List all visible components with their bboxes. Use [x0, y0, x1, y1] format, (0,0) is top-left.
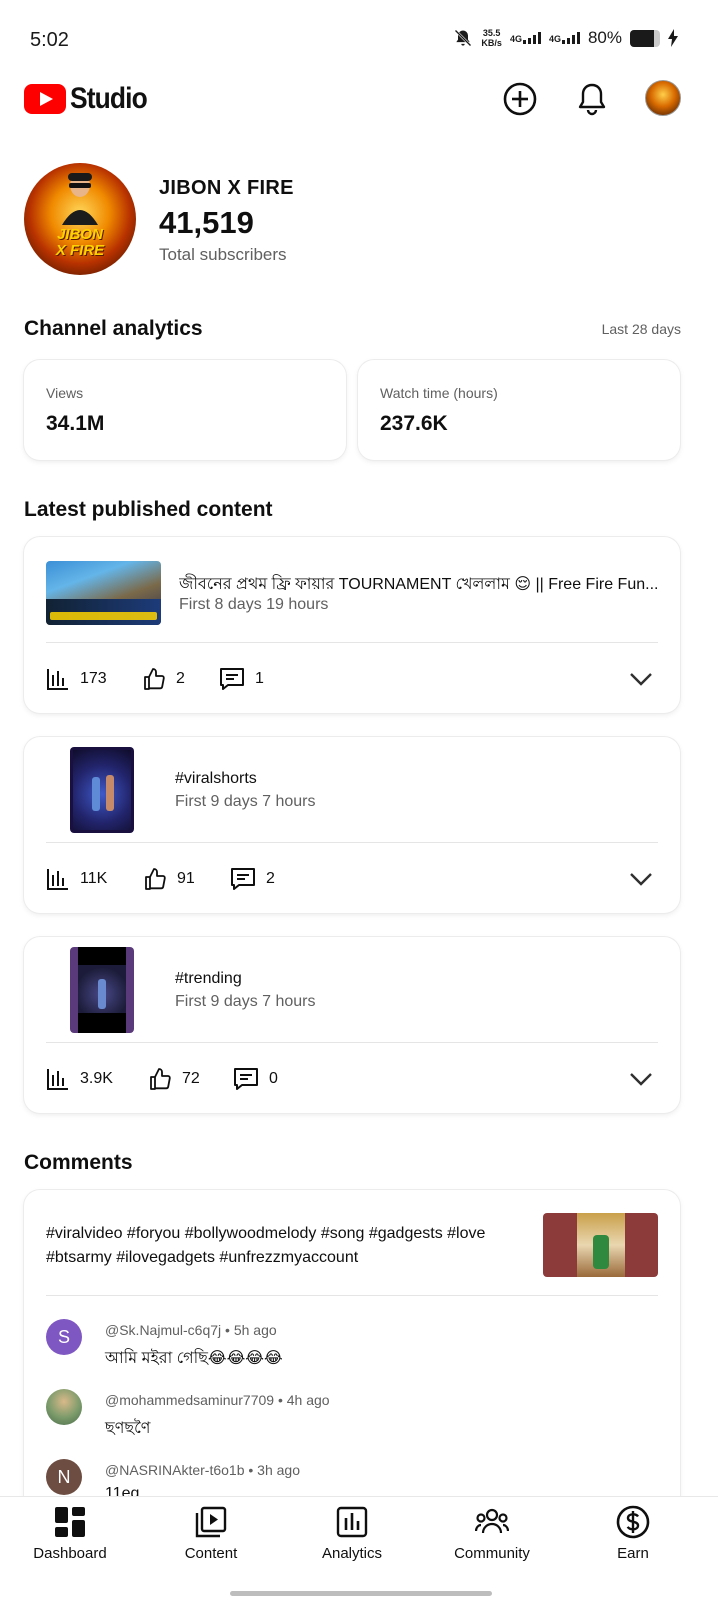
youtube-play-icon: [24, 84, 66, 114]
video-title[interactable]: #viralshorts: [175, 770, 655, 788]
account-avatar[interactable]: [645, 80, 681, 116]
latest-content-title: Latest published content: [24, 498, 273, 521]
metric-label: Views: [46, 385, 84, 401]
comments-stat: 1: [219, 667, 264, 691]
channel-avatar: JIBON X FIRE: [24, 163, 136, 275]
views-stat: 3.9K: [46, 1067, 113, 1091]
bar-chart-icon: [47, 869, 68, 890]
nav-community[interactable]: Community: [437, 1505, 547, 1562]
video-title[interactable]: #trending: [175, 970, 655, 988]
avatar-brand-text: JIBON X FIRE: [55, 226, 105, 259]
likes-stat: 91: [143, 867, 195, 891]
commenter-avatar[interactable]: S: [46, 1319, 82, 1355]
status-icons: 35.5 KB/s 4G 4G 80%: [453, 28, 678, 48]
bar-chart-icon: [47, 669, 68, 690]
content-icon: [195, 1506, 227, 1538]
thumbs-up-icon: [144, 668, 165, 690]
video-period: First 8 days 19 hours: [179, 596, 329, 613]
subscriber-count: 41,519: [159, 205, 254, 240]
divider: [46, 642, 658, 643]
status-time: 5:02: [30, 29, 69, 51]
metric-value: 237.6K: [380, 412, 448, 435]
status-bar: 5:02 35.5 KB/s 4G 4G 80%: [0, 0, 718, 80]
likes-stat: 2: [142, 667, 185, 691]
channel-name: JIBON X FIRE: [159, 177, 294, 199]
analytics-icon: [336, 1506, 368, 1538]
dashboard-icon: [55, 1507, 85, 1537]
comments-stat: 2: [230, 867, 275, 891]
views-stat: 11K: [46, 867, 107, 891]
charging-icon: [668, 29, 678, 47]
nav-analytics[interactable]: Analytics: [297, 1505, 407, 1562]
earn-icon: [616, 1505, 650, 1539]
divider: [46, 1042, 658, 1043]
analytics-period: Last 28 days: [601, 321, 681, 337]
content-item[interactable]: জীবনের প্রথম ফ্রি ফায়ার TOURNAMENT খেলল…: [24, 537, 680, 713]
signal-1-icon: 4G: [510, 32, 541, 44]
video-period: First 9 days 7 hours: [175, 993, 316, 1010]
comment-icon: [231, 868, 255, 890]
network-speed: 35.5 KB/s: [481, 28, 502, 48]
notifications-button[interactable]: [573, 80, 611, 118]
views-card[interactable]: Views 34.1M: [24, 360, 346, 460]
avatar-figure: [62, 173, 98, 225]
metric-label: Watch time (hours): [380, 385, 498, 401]
battery-icon: [630, 29, 660, 47]
video-thumbnail[interactable]: [46, 561, 161, 625]
create-button[interactable]: [501, 80, 539, 118]
comment-icon: [234, 1068, 258, 1090]
comment-meta: @mohammedsaminur7709 • 4h ago: [105, 1392, 330, 1408]
divider: [46, 1295, 658, 1296]
subscriber-label: Total subscribers: [159, 245, 287, 264]
divider: [46, 842, 658, 843]
logo-text: Studio: [70, 82, 148, 115]
bar-chart-icon: [47, 1069, 68, 1090]
watch-time-card[interactable]: Watch time (hours) 237.6K: [358, 360, 680, 460]
studio-logo[interactable]: Studio: [24, 82, 157, 116]
nav-dashboard[interactable]: Dashboard: [15, 1505, 125, 1562]
notifications-icon: [578, 83, 606, 116]
comments-title: Comments: [24, 1151, 133, 1174]
chevron-down-icon[interactable]: [628, 1066, 654, 1092]
home-indicator[interactable]: [230, 1591, 492, 1596]
nav-earn[interactable]: Earn: [578, 1505, 688, 1562]
thumbs-up-icon: [150, 1068, 171, 1090]
video-period: First 9 days 7 hours: [175, 793, 316, 810]
commenter-avatar[interactable]: [46, 1389, 82, 1425]
nav-content[interactable]: Content: [156, 1505, 266, 1562]
community-icon: [475, 1508, 509, 1534]
comment-text: আমি মইরা গেছি😂😂😂😂: [105, 1350, 283, 1367]
mute-bell-icon: [455, 29, 472, 47]
bottom-navigation: Dashboard Content Analytics Community Ea…: [0, 1496, 718, 1600]
comment-video-thumbnail[interactable]: [543, 1213, 658, 1277]
create-icon: [503, 82, 537, 116]
video-title[interactable]: জীবনের প্রথম ফ্রি ফায়ার TOURNAMENT খেলল…: [179, 571, 659, 598]
app-header: Studio: [0, 75, 718, 125]
chevron-down-icon[interactable]: [628, 866, 654, 892]
comments-card: #viralvideo #foryou #bollywoodmelody #so…: [24, 1190, 680, 1530]
likes-stat: 72: [148, 1067, 200, 1091]
thumbs-up-icon: [145, 868, 166, 890]
battery-percent: 80%: [587, 28, 622, 47]
comment-meta: @Sk.Najmul-c6q7j • 5h ago: [105, 1322, 277, 1338]
content-item[interactable]: #trending First 9 days 7 hours 3.9K 72 0: [24, 937, 680, 1113]
comment-video-title[interactable]: #viralvideo #foryou #bollywoodmelody #so…: [46, 1222, 516, 1270]
analytics-title: Channel analytics: [24, 317, 203, 340]
channel-summary: JIBON X FIRE JIBON X FIRE 41,519 Total s…: [24, 163, 694, 278]
commenter-avatar[interactable]: N: [46, 1459, 82, 1495]
chevron-down-icon[interactable]: [628, 666, 654, 692]
views-stat: 173: [46, 667, 107, 691]
comment-meta: @NASRINAkter-t6o1b • 3h ago: [105, 1462, 300, 1478]
video-thumbnail[interactable]: [70, 947, 134, 1033]
video-thumbnail[interactable]: [70, 747, 134, 833]
comment-icon: [220, 668, 244, 690]
signal-2-icon: 4G: [549, 32, 580, 44]
metric-value: 34.1M: [46, 412, 105, 435]
content-item[interactable]: #viralshorts First 9 days 7 hours 11K 91…: [24, 737, 680, 913]
comment-text: ছণছণৈ: [105, 1420, 151, 1437]
comments-stat: 0: [233, 1067, 278, 1091]
